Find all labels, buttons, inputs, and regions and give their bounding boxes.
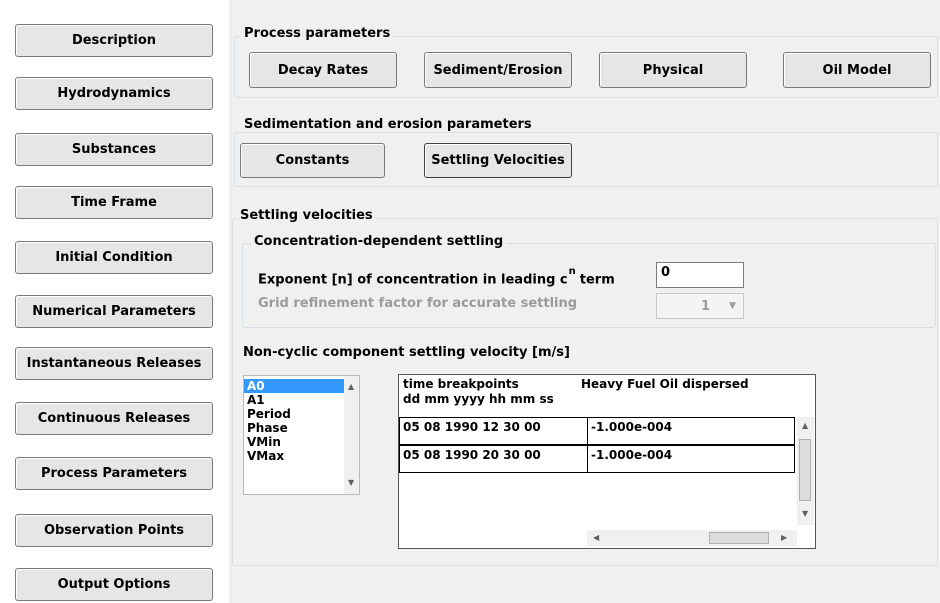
list-item[interactable]: A0 [244,379,347,393]
value-column-header: Heavy Fuel Oil dispersed [581,377,749,391]
scroll-up-icon[interactable]: ▲ [802,421,808,430]
time-header-line2: dd mm yyyy hh mm ss [403,392,554,406]
sidebar-item-label: Continuous Releases [37,411,191,426]
sidebar-item-label: Instantaneous Releases [26,356,202,371]
tab-label: Sediment/Erosion [433,62,563,78]
sidebar-item-label: Output Options [57,577,171,592]
sidebar-item-process-parameters[interactable]: Process Parameters [15,457,213,490]
tab-physical[interactable]: Physical [599,52,747,88]
scroll-up-icon[interactable]: ▲ [348,382,354,391]
sidebar-item-substances[interactable]: Substances [15,133,213,166]
component-list[interactable]: A0 A1 Period Phase VMin VMax ▲ ▼ [243,375,360,495]
sedimentation-title: Sedimentation and erosion parameters [241,117,535,132]
table-cell-time[interactable]: 05 08 1990 20 30 00 [399,445,589,473]
table-cell-time[interactable]: 05 08 1990 12 30 00 [399,417,589,445]
sidebar-item-label: Initial Condition [55,250,173,265]
sidebar-item-observation-points[interactable]: Observation Points [15,514,213,547]
time-column-header: time breakpoints dd mm yyyy hh mm ss [403,377,554,407]
tab-oil-model[interactable]: Oil Model [783,52,931,88]
list-item[interactable]: VMin [244,435,347,449]
sidebar-item-hydrodynamics[interactable]: Hydrodynamics [15,77,213,110]
sidebar-item-label: Description [71,33,157,48]
exponent-label-term: term [579,272,615,288]
exponent-superscript: n [568,266,576,277]
table-vertical-scrollbar[interactable]: ▲ ▼ [797,417,814,525]
sidebar-item-time-frame[interactable]: Time Frame [15,186,213,219]
table-cell-value[interactable]: -1.000e-004 [587,445,795,473]
process-parameters-title: Process parameters [241,26,394,41]
exponent-label-text: Exponent [n] of concentration in leading… [258,272,568,288]
tab-constants[interactable]: Constants [240,143,385,178]
list-item[interactable]: Period [244,407,347,421]
exponent-input[interactable]: 0 [656,262,744,288]
list-item[interactable]: VMax [244,449,347,463]
table-horizontal-scrollbar[interactable]: ◀ ▶ [587,530,797,546]
table-cell-value[interactable]: -1.000e-004 [587,417,795,445]
scroll-left-icon[interactable]: ◀ [593,533,599,542]
list-item[interactable]: Phase [244,421,347,435]
grid-refinement-label: Grid refinement factor for accurate sett… [258,296,578,311]
tab-decay-rates[interactable]: Decay Rates [249,52,397,88]
tab-label: Settling Velocities [431,153,565,168]
tab-label: Constants [275,153,350,168]
sidebar-item-initial-condition[interactable]: Initial Condition [15,241,213,274]
sidebar-item-label: Hydrodynamics [57,86,171,101]
exponent-label: Exponent [n] of concentration in leading… [258,266,615,288]
grid-refinement-select[interactable]: 1 ▼ [656,293,744,319]
tab-label: Oil Model [822,62,892,78]
scroll-down-icon[interactable]: ▼ [802,509,808,518]
tab-label: Decay Rates [277,62,369,78]
time-header-line1: time breakpoints [403,377,519,391]
sidebar-item-instantaneous-releases[interactable]: Instantaneous Releases [15,347,213,380]
breakpoint-table: time breakpoints dd mm yyyy hh mm ss Hea… [398,374,816,549]
tab-sediment-erosion[interactable]: Sediment/Erosion [424,52,572,88]
scroll-thumb[interactable] [709,532,769,544]
sidebar-item-continuous-releases[interactable]: Continuous Releases [15,402,213,435]
sidebar-item-label: Process Parameters [40,466,188,481]
concentration-settling-title: Concentration-dependent settling [251,234,507,249]
list-item[interactable]: A1 [244,393,347,407]
tab-settling-velocities[interactable]: Settling Velocities [424,143,572,178]
sidebar-item-label: Substances [71,142,157,157]
sidebar-item-output-options[interactable]: Output Options [15,568,213,601]
tab-label: Physical [642,62,704,78]
grid-refinement-value: 1 [701,299,711,314]
chevron-down-icon: ▼ [729,301,736,311]
list-scrollbar[interactable]: ▲ ▼ [344,376,359,494]
scroll-down-icon[interactable]: ▼ [348,478,354,487]
sidebar-item-numerical-parameters[interactable]: Numerical Parameters [15,295,213,328]
noncyclic-title: Non-cyclic component settling velocity [… [243,345,570,360]
scroll-right-icon[interactable]: ▶ [781,533,787,542]
sidebar-item-label: Observation Points [43,523,185,538]
sidebar-item-label: Numerical Parameters [32,304,196,319]
settling-velocities-title: Settling velocities [237,208,376,223]
sidebar-item-label: Time Frame [71,195,157,210]
scroll-thumb[interactable] [799,439,811,501]
sidebar-item-description[interactable]: Description [15,24,213,57]
